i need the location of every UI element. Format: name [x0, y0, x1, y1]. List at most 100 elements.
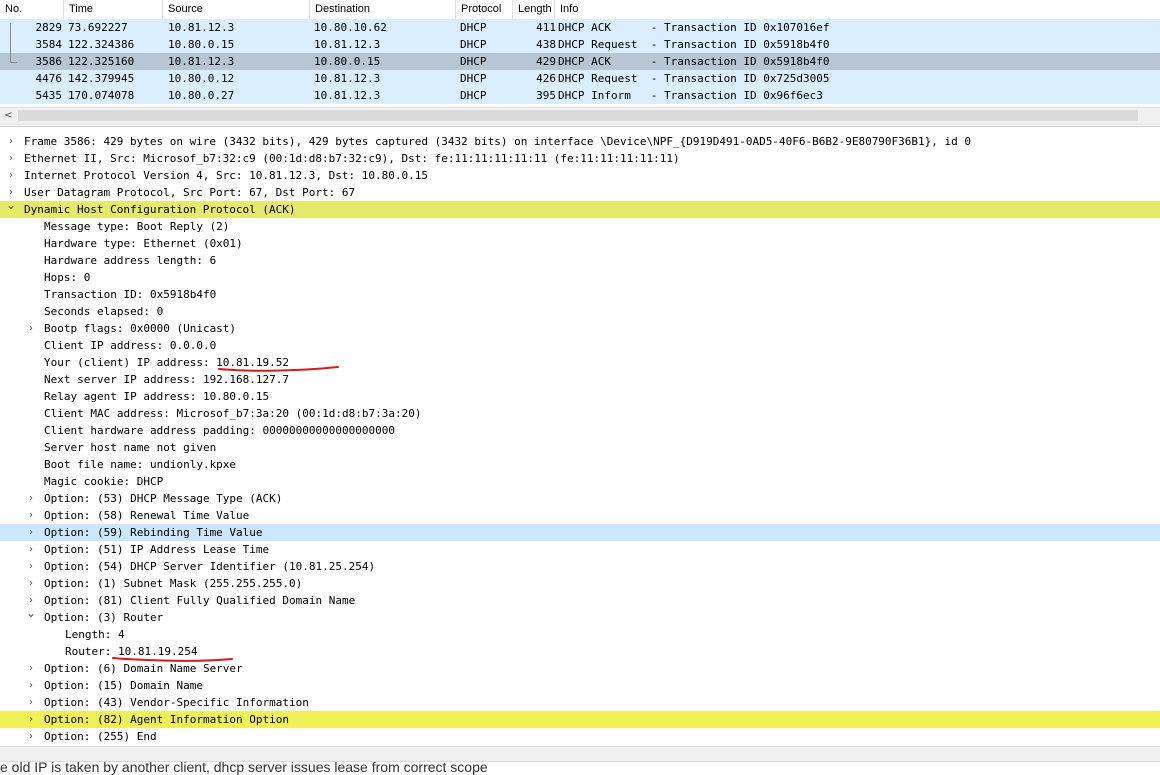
chevron-right-icon[interactable]: ›	[25, 320, 37, 337]
packet-destination: 10.81.12.3	[314, 72, 381, 85]
detail-tree-text: Hardware type: Ethernet (0x01)	[44, 237, 243, 250]
detail-tree-item[interactable]: › Option: (51) IP Address Lease Time	[0, 541, 1160, 558]
horizontal-scrollbar[interactable]: <	[0, 107, 1160, 125]
column-header-no[interactable]: No.	[0, 0, 64, 19]
detail-tree-item[interactable]: Client hardware address padding: 0000000…	[0, 422, 1160, 439]
detail-tree-item[interactable]: › Option: (59) Rebinding Time Value	[0, 524, 1160, 541]
detail-tree-text: Frame 3586: 429 bytes on wire (3432 bits…	[24, 135, 972, 148]
column-header-length[interactable]: Length	[513, 0, 555, 19]
packet-row[interactable]: 2829 73.692227 10.81.12.3 10.80.10.62 DHCP 41…	[0, 19, 1160, 36]
detail-tree-item[interactable]: Transaction ID: 0x5918b4f0	[0, 286, 1160, 303]
detail-tree-text: User Datagram Protocol, Src Port: 67, Ds…	[24, 186, 356, 199]
detail-tree-item[interactable]: › Option: (43) Vendor-Specific Informatio…	[0, 694, 1160, 711]
column-header-destination[interactable]: Destination	[310, 0, 456, 19]
packet-length: 438	[536, 38, 556, 51]
detail-tree-item[interactable]: Router: 10.81.19.254	[0, 643, 1160, 660]
detail-tree-text: Option: (54) DHCP Server Identifier (10.…	[44, 560, 376, 573]
chevron-right-icon[interactable]: ›	[25, 490, 37, 507]
detail-tree-text: Option: (82) Agent Information Option	[44, 713, 290, 726]
column-header-protocol[interactable]: Protocol	[456, 0, 513, 19]
detail-tree-item[interactable]: ⌄ Dynamic Host Configuration Protocol (AC…	[0, 198, 1160, 218]
detail-tree-text: Client MAC address: Microsof_b7:3a:20 (0…	[44, 407, 422, 420]
detail-tree-item[interactable]: Relay agent IP address: 10.80.0.15	[0, 388, 1160, 405]
packet-row[interactable]: 3586 122.325160 10.81.12.3 10.80.0.15 DHCP 42…	[0, 53, 1160, 70]
packet-source: 10.80.0.27	[168, 89, 235, 102]
detail-tree-text: Dynamic Host Configuration Protocol (ACK…	[24, 203, 296, 216]
detail-tree-item[interactable]: › Option: (82) Agent Information Option	[0, 711, 1160, 728]
detail-tree-item[interactable]: Seconds elapsed: 0	[0, 303, 1160, 320]
detail-tree-text: Next server IP address: 192.168.127.7	[44, 373, 290, 386]
detail-tree-text: Option: (3) Router	[44, 611, 164, 624]
chevron-right-icon[interactable]: ›	[25, 558, 37, 575]
chevron-right-icon[interactable]: ›	[25, 660, 37, 677]
detail-tree-text: Relay agent IP address: 10.80.0.15	[44, 390, 270, 403]
chevron-right-icon[interactable]: ›	[25, 541, 37, 558]
packet-row[interactable]: 5435 170.074078 10.80.0.27 10.81.12.3 DHCP 39…	[0, 87, 1160, 104]
packet-length: 411	[536, 21, 556, 34]
chevron-right-icon[interactable]: ›	[5, 150, 17, 167]
packet-row[interactable]: 4476 142.379945 10.80.0.12 10.81.12.3 DHCP 42…	[0, 70, 1160, 87]
column-header-time[interactable]: Time	[64, 0, 163, 19]
packet-list-header: No. Time Source Destination Protocol Len…	[0, 0, 1160, 20]
detail-tree-item[interactable]: › Option: (1) Subnet Mask (255.255.255.0)	[0, 575, 1160, 592]
detail-tree-item[interactable]: › Bootp flags: 0x0000 (Unicast)	[0, 320, 1160, 337]
column-header-info[interactable]: Info	[555, 0, 1160, 19]
detail-tree-item[interactable]: › Option: (255) End	[0, 728, 1160, 745]
chevron-right-icon[interactable]: ›	[25, 694, 37, 711]
detail-tree-item[interactable]: Boot file name: undionly.kpxe	[0, 456, 1160, 473]
chevron-down-icon[interactable]: ⌄	[5, 197, 17, 214]
chevron-down-icon[interactable]: ⌄	[25, 605, 37, 622]
chevron-right-icon[interactable]: ›	[25, 524, 37, 541]
packet-list[interactable]: No. Time Source Destination Protocol Len…	[0, 0, 1160, 105]
detail-tree-item[interactable]: › Option: (15) Domain Name	[0, 677, 1160, 694]
detail-tree-text: Hops: 0	[44, 271, 91, 284]
detail-tree-item[interactable]: Client IP address: 0.0.0.0	[0, 337, 1160, 354]
detail-tree-text: Your (client) IP address: 10.81.19.52	[44, 356, 290, 369]
chevron-right-icon[interactable]: ›	[5, 167, 17, 184]
caption-text-cut: e old IP is taken by another client, dhc…	[0, 759, 488, 775]
detail-tree-item[interactable]: › Option: (53) DHCP Message Type (ACK)	[0, 490, 1160, 507]
packet-protocol: DHCP	[460, 55, 487, 68]
chevron-right-icon[interactable]: ›	[25, 575, 37, 592]
packet-source: 10.80.0.12	[168, 72, 235, 85]
detail-tree-text: Boot file name: undionly.kpxe	[44, 458, 237, 471]
detail-tree-item[interactable]: Length: 4	[0, 626, 1160, 643]
detail-tree-text: Message type: Boot Reply (2)	[44, 220, 230, 233]
detail-tree-item[interactable]: › Internet Protocol Version 4, Src: 10.81…	[0, 167, 1160, 184]
chevron-right-icon[interactable]: ›	[25, 711, 37, 728]
scroll-left-icon[interactable]: <	[0, 108, 17, 124]
detail-tree-item[interactable]: Next server IP address: 192.168.127.7	[0, 371, 1160, 388]
detail-tree-item[interactable]: Client MAC address: Microsof_b7:3a:20 (0…	[0, 405, 1160, 422]
detail-tree-item[interactable]: › Option: (54) DHCP Server Identifier (10…	[0, 558, 1160, 575]
packet-info: DHCP Request - Transaction ID 0x5918b4f0	[558, 38, 830, 51]
detail-tree-item[interactable]: Message type: Boot Reply (2)	[0, 218, 1160, 235]
scrollbar-thumb[interactable]	[18, 110, 1138, 121]
detail-tree-item[interactable]: › Ethernet II, Src: Microsof_b7:32:c9 (00…	[0, 150, 1160, 167]
chevron-right-icon[interactable]: ›	[25, 677, 37, 694]
detail-tree-item[interactable]: Server host name not given	[0, 439, 1160, 456]
detail-tree-text: Option: (15) Domain Name	[44, 679, 203, 692]
detail-tree-item[interactable]: Hops: 0	[0, 269, 1160, 286]
column-header-source[interactable]: Source	[163, 0, 310, 19]
packet-destination: 10.80.0.15	[314, 55, 381, 68]
chevron-right-icon[interactable]: ›	[25, 728, 37, 745]
detail-tree-item[interactable]: › Frame 3586: 429 bytes on wire (3432 bit…	[0, 133, 1160, 150]
packet-destination: 10.80.10.62	[314, 21, 387, 34]
detail-tree-item[interactable]: Hardware type: Ethernet (0x01)	[0, 235, 1160, 252]
detail-tree-item[interactable]: Your (client) IP address: 10.81.19.52	[0, 354, 1160, 371]
detail-tree-item[interactable]: Magic cookie: DHCP	[0, 473, 1160, 490]
detail-tree-text: Option: (81) Client Fully Qualified Doma…	[44, 594, 356, 607]
packet-row[interactable]: 3584 122.324386 10.80.0.15 10.81.12.3 DHCP 43…	[0, 36, 1160, 53]
chevron-right-icon[interactable]: ›	[5, 133, 17, 150]
detail-tree-item[interactable]: › Option: (81) Client Fully Qualified Dom…	[0, 592, 1160, 609]
detail-tree-item[interactable]: › Option: (58) Renewal Time Value	[0, 507, 1160, 524]
detail-tree-item[interactable]: › User Datagram Protocol, Src Port: 67, D…	[0, 184, 1160, 201]
chevron-right-icon[interactable]: ›	[25, 507, 37, 524]
packet-details-pane[interactable]: › Frame 3586: 429 bytes on wire (3432 bit…	[0, 126, 1160, 747]
detail-tree-text: Hardware address length: 6	[44, 254, 217, 267]
detail-tree-item[interactable]: › Option: (6) Domain Name Server	[0, 660, 1160, 677]
detail-tree-item[interactable]: Hardware address length: 6	[0, 252, 1160, 269]
detail-tree-item[interactable]: ⌄ Option: (3) Router	[0, 606, 1160, 626]
packet-length: 426	[536, 72, 556, 85]
packet-destination: 10.81.12.3	[314, 38, 381, 51]
